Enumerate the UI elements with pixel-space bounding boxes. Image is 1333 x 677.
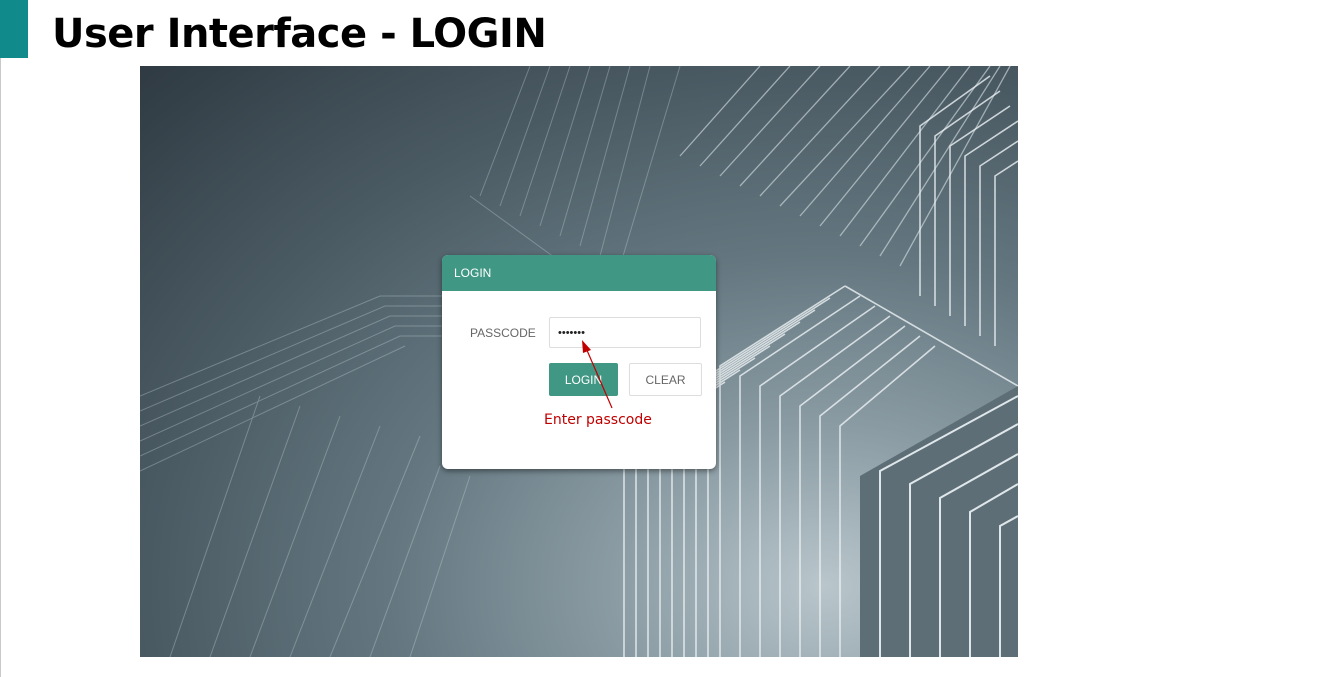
clear-button[interactable]: CLEAR (629, 363, 702, 396)
slide: User Interface - LOGIN LOGIN PASSCODE ••… (0, 0, 1333, 677)
passcode-label: PASSCODE (470, 326, 536, 340)
login-screenshot: LOGIN PASSCODE LOGIN CLEAR Enter passcod… (140, 66, 1018, 657)
slide-title: User Interface - LOGIN (52, 11, 547, 57)
passcode-input[interactable] (549, 317, 701, 348)
slide-border (0, 0, 1, 677)
arrow-up-left-icon (582, 340, 613, 409)
login-dialog-header: LOGIN (442, 255, 716, 291)
annotation-label: Enter passcode (544, 412, 652, 428)
title-accent-bar (0, 0, 28, 58)
